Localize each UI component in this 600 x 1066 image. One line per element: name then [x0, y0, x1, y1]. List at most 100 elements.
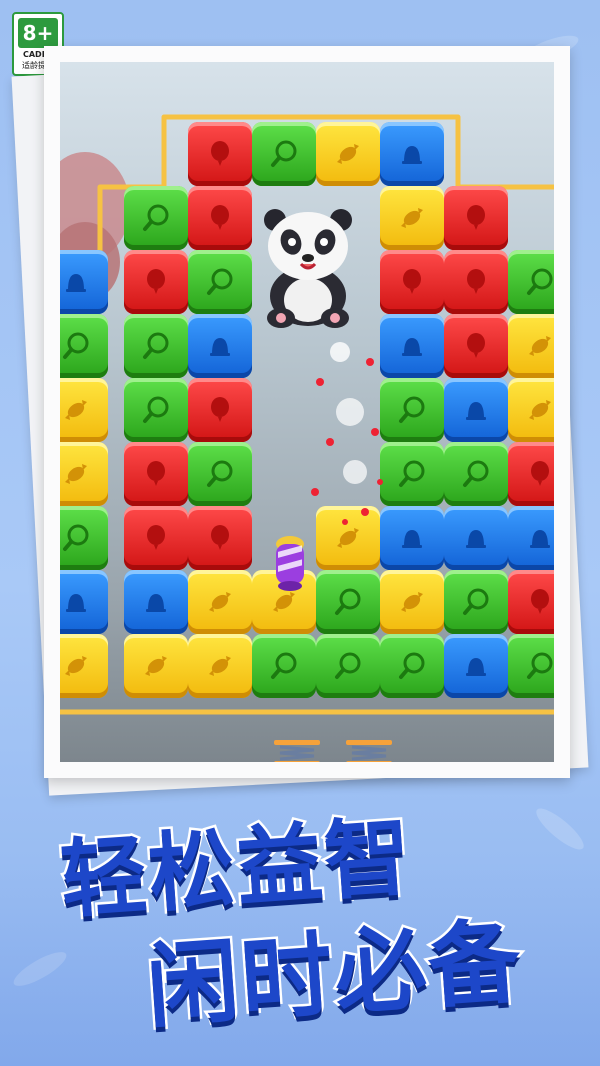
green-block[interactable] [252, 122, 316, 186]
yellow-block[interactable] [124, 634, 188, 698]
blue-block[interactable] [60, 250, 108, 314]
blue-block[interactable] [444, 378, 508, 442]
balloon-icon [531, 589, 549, 614]
magnifier-icon [143, 396, 169, 423]
magnifier-icon [527, 652, 553, 679]
balloon-icon [467, 333, 485, 358]
green-block[interactable] [380, 634, 444, 698]
photo-card [44, 46, 570, 778]
red-block[interactable] [508, 442, 554, 506]
balloon-icon [147, 269, 165, 294]
age-rating: 8+ [18, 18, 58, 48]
red-block[interactable] [444, 314, 508, 378]
bell-icon [466, 402, 486, 420]
balloon-icon [211, 141, 229, 166]
candy-icon [145, 656, 167, 676]
bell-icon [402, 530, 422, 548]
balloon-icon [403, 269, 421, 294]
yellow-block[interactable] [60, 442, 108, 506]
sparkle-effect [311, 342, 383, 525]
candy-icon [65, 464, 87, 484]
magnifier-icon [63, 524, 89, 551]
balloon-icon [147, 461, 165, 486]
candy-icon [401, 592, 423, 612]
balloon-icon [467, 269, 485, 294]
magnifier-icon [271, 652, 297, 679]
yellow-block[interactable] [60, 378, 108, 442]
magnifier-icon [63, 332, 89, 359]
balloon-icon [531, 461, 549, 486]
bell-icon [146, 594, 166, 612]
balloon-icon [211, 397, 229, 422]
red-block[interactable] [188, 186, 252, 250]
bell-icon [402, 146, 422, 164]
yellow-block[interactable] [188, 634, 252, 698]
bell-icon [210, 338, 230, 356]
rocket-booster[interactable] [270, 532, 310, 592]
green-block[interactable] [508, 250, 554, 314]
balloon-icon [147, 525, 165, 550]
red-block[interactable] [188, 122, 252, 186]
magnifier-icon [399, 652, 425, 679]
blue-block[interactable] [444, 634, 508, 698]
yellow-block[interactable] [508, 378, 554, 442]
balloon-icon [211, 205, 229, 230]
green-block[interactable] [444, 570, 508, 634]
red-block[interactable] [444, 250, 508, 314]
yellow-block[interactable] [508, 314, 554, 378]
red-block[interactable] [188, 378, 252, 442]
bell-icon [466, 658, 486, 676]
yellow-block[interactable] [380, 186, 444, 250]
green-block[interactable] [124, 314, 188, 378]
green-block[interactable] [188, 250, 252, 314]
panda-character [264, 209, 352, 328]
blue-block[interactable] [124, 570, 188, 634]
balloon-icon [211, 525, 229, 550]
green-block[interactable] [316, 570, 380, 634]
balloon-icon [467, 205, 485, 230]
yellow-block[interactable] [60, 634, 108, 698]
blue-block[interactable] [444, 506, 508, 570]
magnifier-icon [143, 204, 169, 231]
candy-icon [65, 656, 87, 676]
candy-icon [401, 208, 423, 228]
green-block[interactable] [188, 442, 252, 506]
green-block[interactable] [60, 314, 108, 378]
magnifier-icon [527, 268, 553, 295]
bell-icon [66, 594, 86, 612]
background-leaf [531, 802, 589, 856]
red-block[interactable] [188, 506, 252, 570]
red-block[interactable] [508, 570, 554, 634]
bell-icon [402, 338, 422, 356]
blue-block[interactable] [380, 122, 444, 186]
green-block[interactable] [60, 506, 108, 570]
blue-block[interactable] [508, 506, 554, 570]
magnifier-icon [335, 652, 361, 679]
candy-icon [529, 336, 551, 356]
candy-icon [65, 400, 87, 420]
green-block[interactable] [124, 378, 188, 442]
blue-block[interactable] [188, 314, 252, 378]
green-block[interactable] [444, 442, 508, 506]
magnifier-icon [207, 460, 233, 487]
red-block[interactable] [380, 250, 444, 314]
red-block[interactable] [124, 506, 188, 570]
green-block[interactable] [316, 634, 380, 698]
red-block[interactable] [124, 442, 188, 506]
yellow-block[interactable] [380, 570, 444, 634]
magnifier-icon [335, 588, 361, 615]
green-block[interactable] [124, 186, 188, 250]
red-block[interactable] [124, 250, 188, 314]
spring-icon [346, 740, 392, 762]
green-block[interactable] [252, 634, 316, 698]
green-block[interactable] [508, 634, 554, 698]
magnifier-icon [399, 460, 425, 487]
candy-icon [529, 400, 551, 420]
bell-icon [530, 530, 550, 548]
blue-block[interactable] [60, 570, 108, 634]
yellow-block[interactable] [188, 570, 252, 634]
magnifier-icon [463, 588, 489, 615]
yellow-block[interactable] [316, 122, 380, 186]
magnifier-icon [463, 460, 489, 487]
red-block[interactable] [444, 186, 508, 250]
